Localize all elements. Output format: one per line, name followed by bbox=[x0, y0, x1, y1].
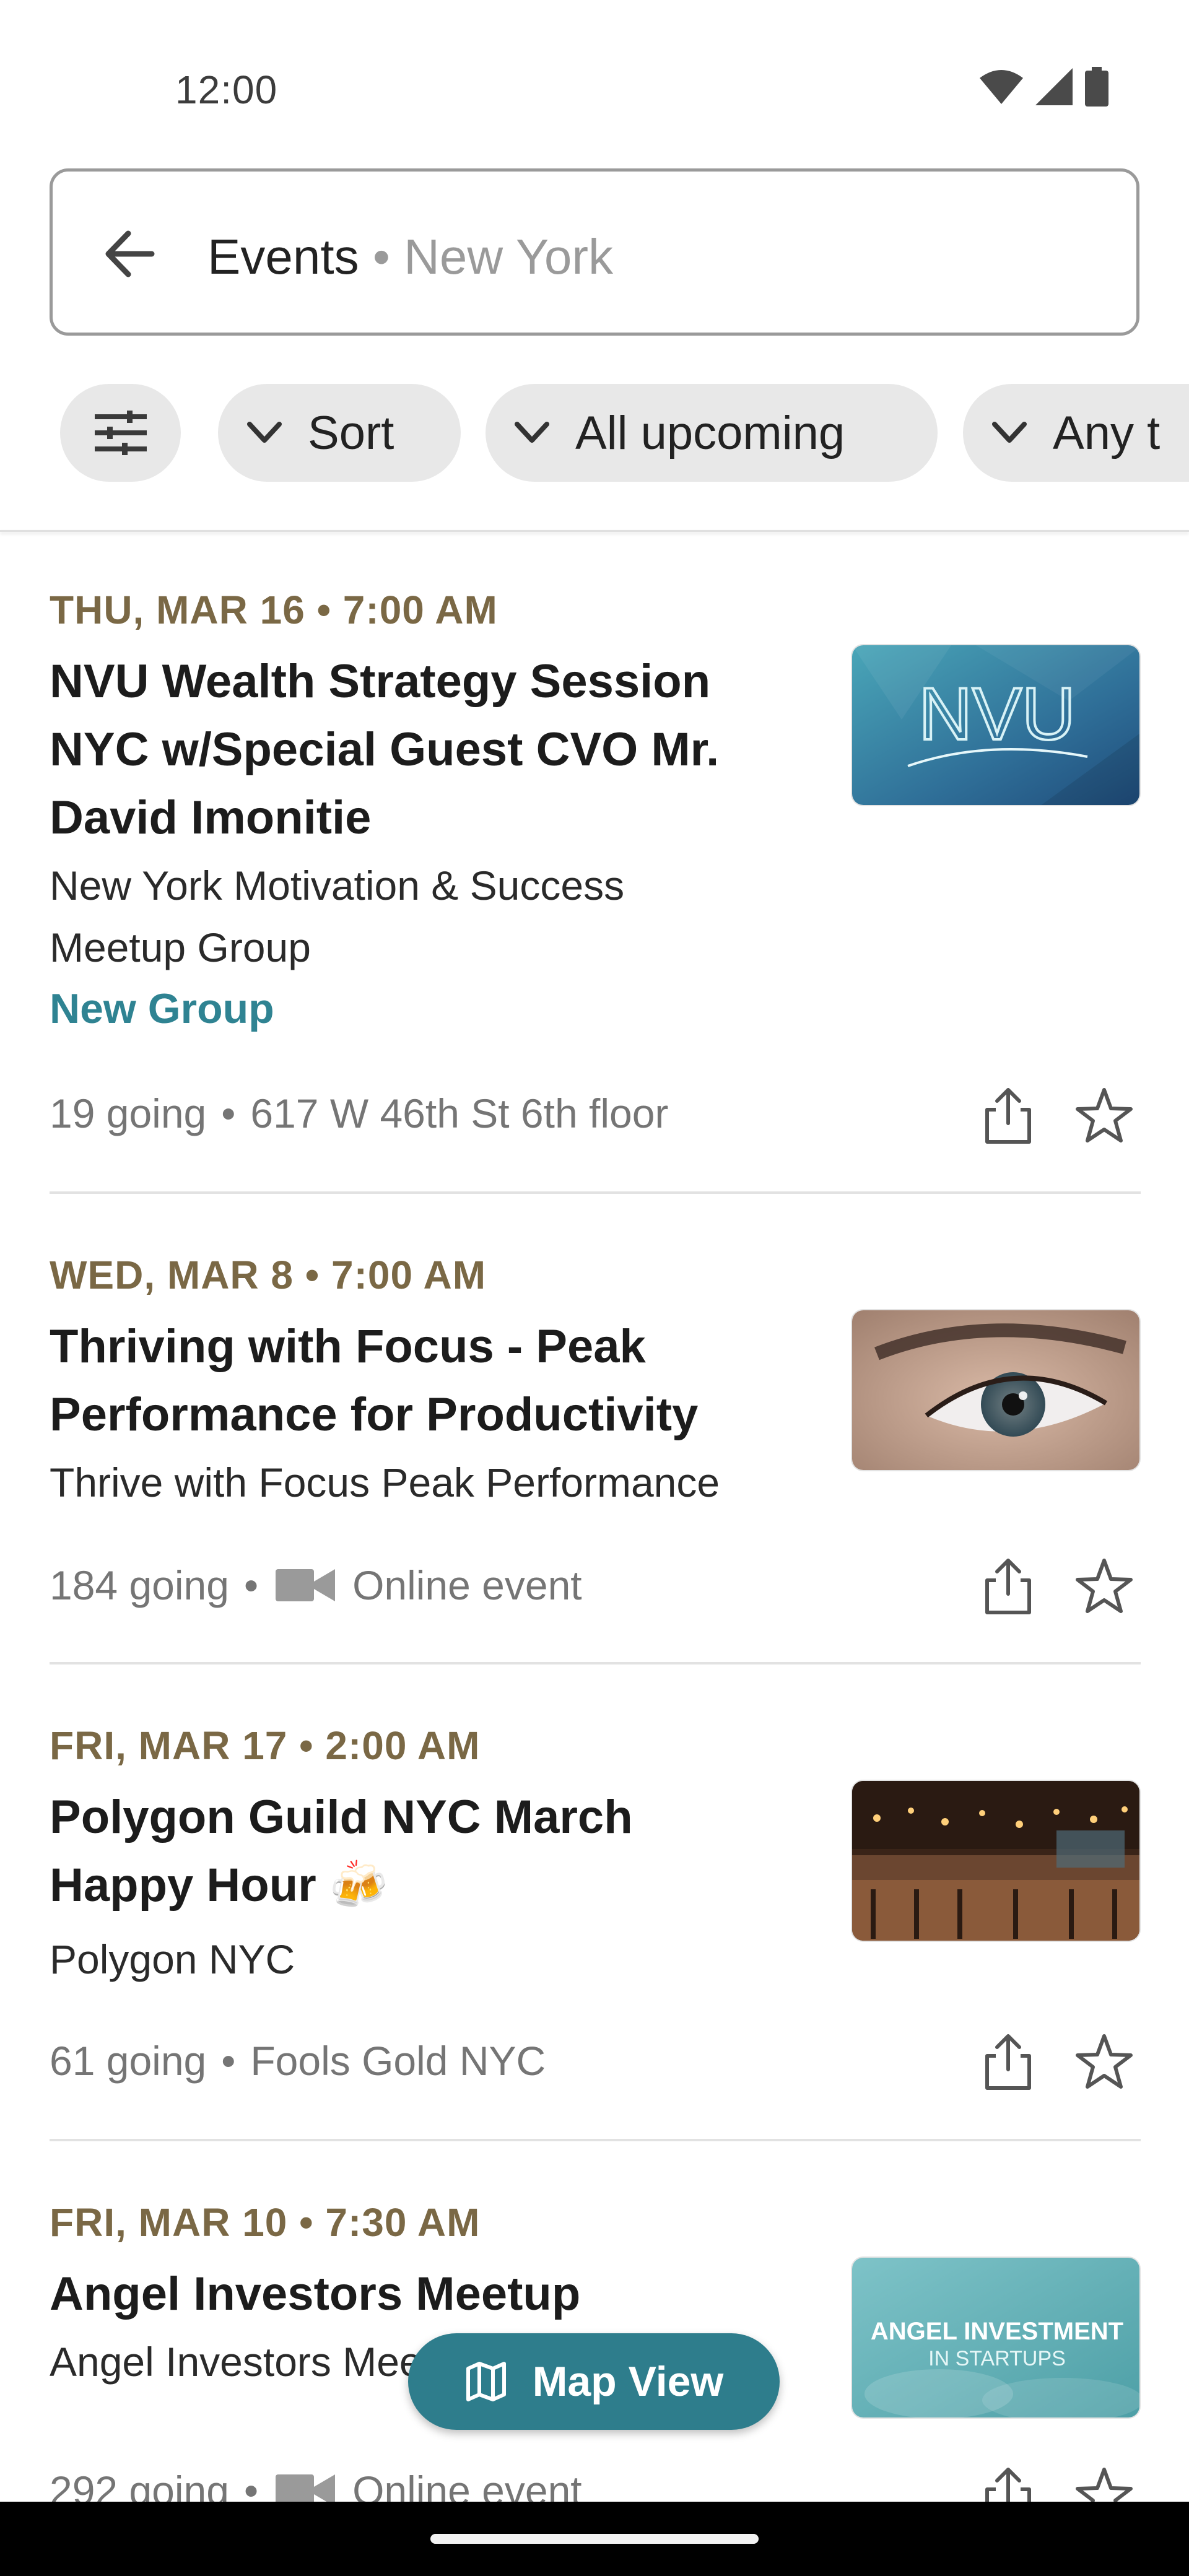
date-range-chip[interactable]: All upcoming bbox=[486, 384, 938, 482]
event-title[interactable]: Polygon Guild NYC March Happy Hour 🍻 bbox=[50, 1783, 756, 1920]
event-location: Fools Gold NYC bbox=[250, 2038, 546, 2084]
chevron-down-icon bbox=[247, 422, 282, 443]
thumbnail-subtitle-text: IN STARTUPS bbox=[928, 2347, 1066, 2370]
sort-chip[interactable]: Sort bbox=[218, 384, 461, 482]
status-bar: 12:00 bbox=[0, 0, 1189, 155]
home-gesture-handle[interactable] bbox=[430, 2534, 759, 2544]
search-separator: • bbox=[372, 229, 390, 284]
event-attendees: 19 going bbox=[50, 1090, 207, 1136]
event-title[interactable]: Angel Investors Meetup bbox=[50, 2260, 793, 2328]
type-chip[interactable]: Any t bbox=[963, 384, 1189, 482]
type-chip-label: Any t bbox=[1053, 406, 1161, 459]
event-date: FRI, MAR 17 • 2:00 AM bbox=[50, 1723, 481, 1768]
back-arrow-icon[interactable] bbox=[96, 220, 164, 288]
event-date: WED, MAR 8 • 7:00 AM bbox=[50, 1253, 486, 1297]
eye-photo-image bbox=[852, 1310, 1139, 1470]
share-icon[interactable] bbox=[977, 1085, 1039, 1147]
event-attendees: 184 going bbox=[50, 1562, 229, 1608]
search-location: New York bbox=[404, 229, 614, 284]
event-location: 617 W 46th St 6th floor bbox=[250, 1090, 669, 1136]
meta-separator: • bbox=[243, 1562, 259, 1608]
event-meta: 184 going • Online event bbox=[50, 1562, 582, 1609]
event-group: Thrive with Focus Peak Performance bbox=[50, 1460, 720, 1505]
chevron-down-icon bbox=[515, 422, 549, 443]
map-icon bbox=[466, 2362, 506, 2401]
map-view-button[interactable]: Map View bbox=[408, 2333, 780, 2430]
meta-separator: • bbox=[221, 1090, 236, 1136]
event-location: Online event bbox=[352, 1562, 582, 1608]
sliders-icon bbox=[94, 411, 147, 455]
event-thumbnail[interactable] bbox=[851, 1309, 1141, 1471]
meta-separator: • bbox=[221, 2038, 236, 2084]
event-date: FRI, MAR 10 • 7:30 AM bbox=[50, 2200, 481, 2245]
thumbnail-logo-text: NVU bbox=[918, 672, 1075, 755]
map-view-label: Map View bbox=[532, 2358, 724, 2405]
event-meta: 61 going • Fools Gold NYC bbox=[50, 2037, 546, 2084]
new-group-badge: New Group bbox=[50, 985, 274, 1032]
event-title[interactable]: NVU Wealth Strategy Session NYC w/Specia… bbox=[50, 648, 793, 852]
battery-icon bbox=[1085, 67, 1108, 107]
event-meta: 19 going • 617 W 46th St 6th floor bbox=[50, 1090, 668, 1137]
sort-chip-label: Sort bbox=[308, 406, 394, 459]
search-category: Events bbox=[207, 229, 359, 284]
event-group: New York Motivation & Success Meetup Gro… bbox=[50, 863, 625, 970]
search-bar[interactable]: Events • New York bbox=[50, 168, 1139, 336]
video-camera-icon bbox=[276, 1569, 336, 1601]
star-icon[interactable] bbox=[1073, 2031, 1135, 2093]
system-nav-bar bbox=[0, 2502, 1189, 2576]
star-icon[interactable] bbox=[1073, 1085, 1135, 1147]
share-icon[interactable] bbox=[977, 1556, 1039, 1617]
event-thumbnail[interactable]: NVU bbox=[851, 644, 1141, 806]
header-divider bbox=[0, 530, 1189, 532]
filters-button[interactable] bbox=[60, 384, 181, 482]
event-attendees: 61 going bbox=[50, 2038, 207, 2084]
angel-investment-image: ANGEL INVESTMENT IN STARTUPS bbox=[852, 2258, 1139, 2417]
chevron-down-icon bbox=[992, 422, 1027, 443]
event-divider bbox=[50, 1191, 1141, 1194]
thumbnail-title-text: ANGEL INVESTMENT bbox=[871, 2318, 1123, 2345]
event-title[interactable]: Thriving with Focus - Peak Performance f… bbox=[50, 1313, 793, 1449]
date-range-chip-label: All upcoming bbox=[575, 406, 845, 459]
status-time: 12:00 bbox=[175, 67, 278, 112]
status-icons bbox=[980, 67, 1108, 107]
event-divider bbox=[50, 2139, 1141, 2141]
search-query[interactable]: Events • New York bbox=[207, 228, 613, 285]
bar-interior-photo-image bbox=[852, 1781, 1139, 1941]
app-screen: 12:00 Events • New York Sort All upcomin… bbox=[0, 0, 1189, 2576]
event-date: THU, MAR 16 • 7:00 AM bbox=[50, 588, 498, 632]
wifi-icon bbox=[980, 70, 1023, 104]
event-divider bbox=[50, 1662, 1141, 1664]
event-thumbnail[interactable] bbox=[851, 1780, 1141, 1942]
nvu-logo-image: NVU bbox=[852, 645, 1139, 805]
filter-chips: Sort All upcoming Any t bbox=[0, 384, 1189, 483]
event-group: Polygon NYC bbox=[50, 1936, 295, 1982]
event-thumbnail[interactable]: ANGEL INVESTMENT IN STARTUPS bbox=[851, 2256, 1141, 2419]
star-icon[interactable] bbox=[1073, 1556, 1135, 1617]
signal-icon bbox=[1035, 68, 1073, 105]
share-icon[interactable] bbox=[977, 2031, 1039, 2093]
